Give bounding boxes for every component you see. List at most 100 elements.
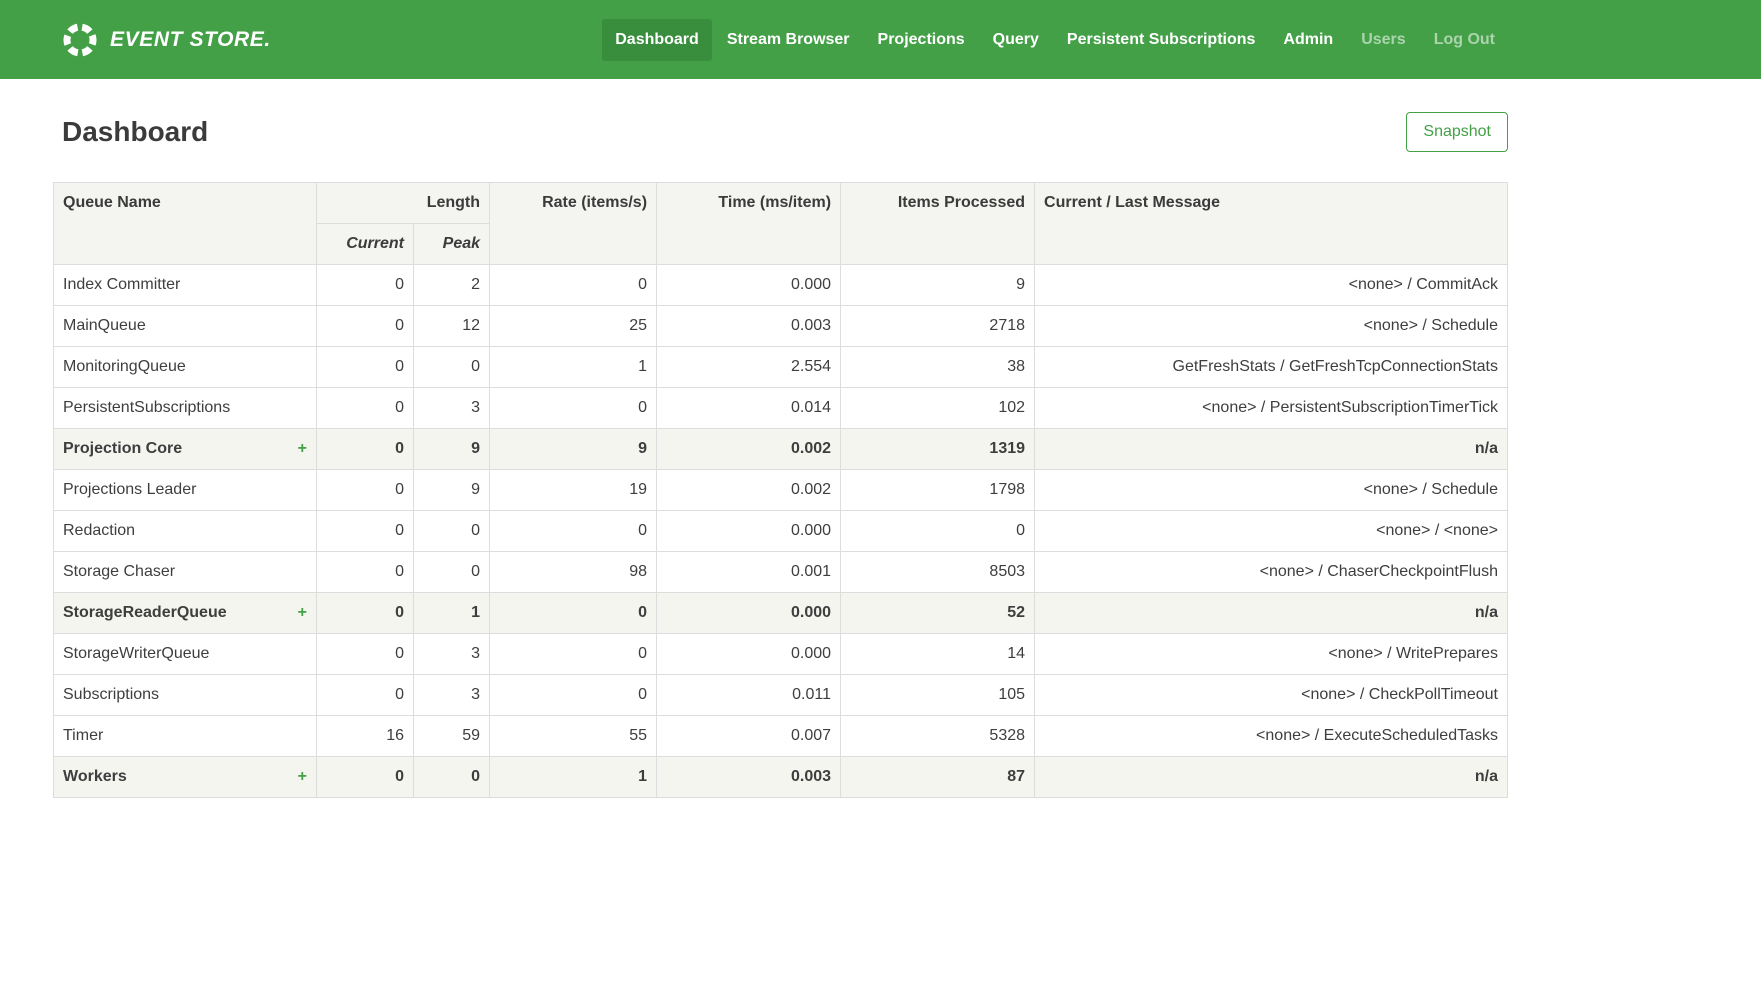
nav-item-users[interactable]: Users — [1348, 19, 1418, 61]
peak-cell: 0 — [414, 347, 490, 388]
rate-cell: 0 — [490, 388, 657, 429]
items-processed-cell: 1798 — [841, 470, 1035, 511]
time-cell: 0.000 — [657, 634, 841, 675]
time-cell: 0.000 — [657, 593, 841, 634]
message-cell: GetFreshStats / GetFreshTcpConnectionSta… — [1035, 347, 1508, 388]
queue-name-cell: PersistentSubscriptions — [54, 388, 317, 429]
nav-item-persistent-subscriptions[interactable]: Persistent Subscriptions — [1054, 19, 1269, 61]
queue-row: MonitoringQueue 0 0 1 2.554 38 GetFreshS… — [54, 347, 1508, 388]
eventstore-logo[interactable]: EVENT STORE. — [53, 21, 271, 59]
message-cell: <none> / WritePrepares — [1035, 634, 1508, 675]
message-cell: n/a — [1035, 593, 1508, 634]
items-processed-cell: 5328 — [841, 716, 1035, 757]
items-processed-cell: 1319 — [841, 429, 1035, 470]
items-processed-cell: 87 — [841, 757, 1035, 798]
page-header: Dashboard Snapshot — [53, 112, 1508, 152]
queue-group-row[interactable]: Workers + 0 0 1 0.003 87 n/a — [54, 757, 1508, 798]
rate-cell: 0 — [490, 593, 657, 634]
current-cell: 0 — [317, 675, 414, 716]
time-cell: 2.554 — [657, 347, 841, 388]
queue-name-label: StorageReaderQueue — [63, 604, 227, 622]
current-cell: 0 — [317, 265, 414, 306]
queue-row: Projections Leader 0 9 19 0.002 1798 <no… — [54, 470, 1508, 511]
items-processed-cell: 14 — [841, 634, 1035, 675]
peak-cell: 3 — [414, 634, 490, 675]
expand-icon[interactable]: + — [292, 768, 307, 786]
queue-row: Subscriptions 0 3 0 0.011 105 <none> / C… — [54, 675, 1508, 716]
current-cell: 0 — [317, 593, 414, 634]
current-cell: 0 — [317, 388, 414, 429]
main-content: Dashboard Snapshot Queue Name Length Rat… — [53, 112, 1508, 798]
nav-item-stream-browser[interactable]: Stream Browser — [714, 19, 863, 61]
expand-icon[interactable]: + — [292, 440, 307, 458]
peak-cell: 0 — [414, 511, 490, 552]
time-cell: 0.000 — [657, 511, 841, 552]
nav-item-dashboard[interactable]: Dashboard — [602, 19, 712, 61]
queue-name-cell: Workers + — [54, 757, 317, 798]
queue-name-cell: Subscriptions — [54, 675, 317, 716]
rate-cell: 9 — [490, 429, 657, 470]
col-header-message: Current / Last Message — [1035, 183, 1508, 265]
peak-cell: 12 — [414, 306, 490, 347]
message-cell: n/a — [1035, 757, 1508, 798]
peak-cell: 2 — [414, 265, 490, 306]
queue-name-cell: Storage Chaser — [54, 552, 317, 593]
current-cell: 0 — [317, 552, 414, 593]
queue-row: Index Committer 0 2 0 0.000 9 <none> / C… — [54, 265, 1508, 306]
peak-cell: 0 — [414, 757, 490, 798]
time-cell: 0.011 — [657, 675, 841, 716]
peak-cell: 3 — [414, 675, 490, 716]
time-cell: 0.003 — [657, 757, 841, 798]
queue-name-label: Projection Core — [63, 440, 182, 458]
snapshot-button[interactable]: Snapshot — [1406, 112, 1508, 152]
col-header-current: Current — [317, 224, 414, 265]
expand-icon[interactable]: + — [292, 604, 307, 622]
col-header-length: Length — [317, 183, 490, 224]
current-cell: 0 — [317, 470, 414, 511]
nav-item-admin[interactable]: Admin — [1270, 19, 1346, 61]
time-cell: 0.002 — [657, 470, 841, 511]
queue-group-row[interactable]: Projection Core + 0 9 9 0.002 1319 n/a — [54, 429, 1508, 470]
nav-item-query[interactable]: Query — [980, 19, 1052, 61]
items-processed-cell: 0 — [841, 511, 1035, 552]
nav-item-projections[interactable]: Projections — [865, 19, 978, 61]
nav-item-log-out[interactable]: Log Out — [1421, 19, 1508, 61]
rate-cell: 98 — [490, 552, 657, 593]
items-processed-cell: 102 — [841, 388, 1035, 429]
peak-cell: 9 — [414, 429, 490, 470]
queue-name-cell: MainQueue — [54, 306, 317, 347]
col-header-rate: Rate (items/s) — [490, 183, 657, 265]
current-cell: 16 — [317, 716, 414, 757]
items-processed-cell: 105 — [841, 675, 1035, 716]
rate-cell: 55 — [490, 716, 657, 757]
time-cell: 0.007 — [657, 716, 841, 757]
peak-cell: 59 — [414, 716, 490, 757]
queue-name-cell: Index Committer — [54, 265, 317, 306]
col-header-time: Time (ms/item) — [657, 183, 841, 265]
queue-name-cell: StorageReaderQueue + — [54, 593, 317, 634]
message-cell: <none> / <none> — [1035, 511, 1508, 552]
rate-cell: 0 — [490, 675, 657, 716]
time-cell: 0.003 — [657, 306, 841, 347]
col-header-items-processed: Items Processed — [841, 183, 1035, 265]
queue-group-row[interactable]: StorageReaderQueue + 0 1 0 0.000 52 n/a — [54, 593, 1508, 634]
main-nav: Dashboard Stream Browser Projections Que… — [602, 19, 1508, 61]
peak-cell: 1 — [414, 593, 490, 634]
col-header-peak: Peak — [414, 224, 490, 265]
current-cell: 0 — [317, 347, 414, 388]
message-cell: <none> / CheckPollTimeout — [1035, 675, 1508, 716]
rate-cell: 1 — [490, 757, 657, 798]
page-title: Dashboard — [62, 116, 208, 148]
time-cell: 0.001 — [657, 552, 841, 593]
queue-row: MainQueue 0 12 25 0.003 2718 <none> / Sc… — [54, 306, 1508, 347]
rate-cell: 19 — [490, 470, 657, 511]
current-cell: 0 — [317, 511, 414, 552]
navbar-inner: EVENT STORE. Dashboard Stream Browser Pr… — [53, 19, 1508, 61]
message-cell: <none> / PersistentSubscriptionTimerTick — [1035, 388, 1508, 429]
time-cell: 0.000 — [657, 265, 841, 306]
items-processed-cell: 52 — [841, 593, 1035, 634]
message-cell: <none> / Schedule — [1035, 306, 1508, 347]
current-cell: 0 — [317, 757, 414, 798]
message-cell: <none> / ChaserCheckpointFlush — [1035, 552, 1508, 593]
items-processed-cell: 38 — [841, 347, 1035, 388]
